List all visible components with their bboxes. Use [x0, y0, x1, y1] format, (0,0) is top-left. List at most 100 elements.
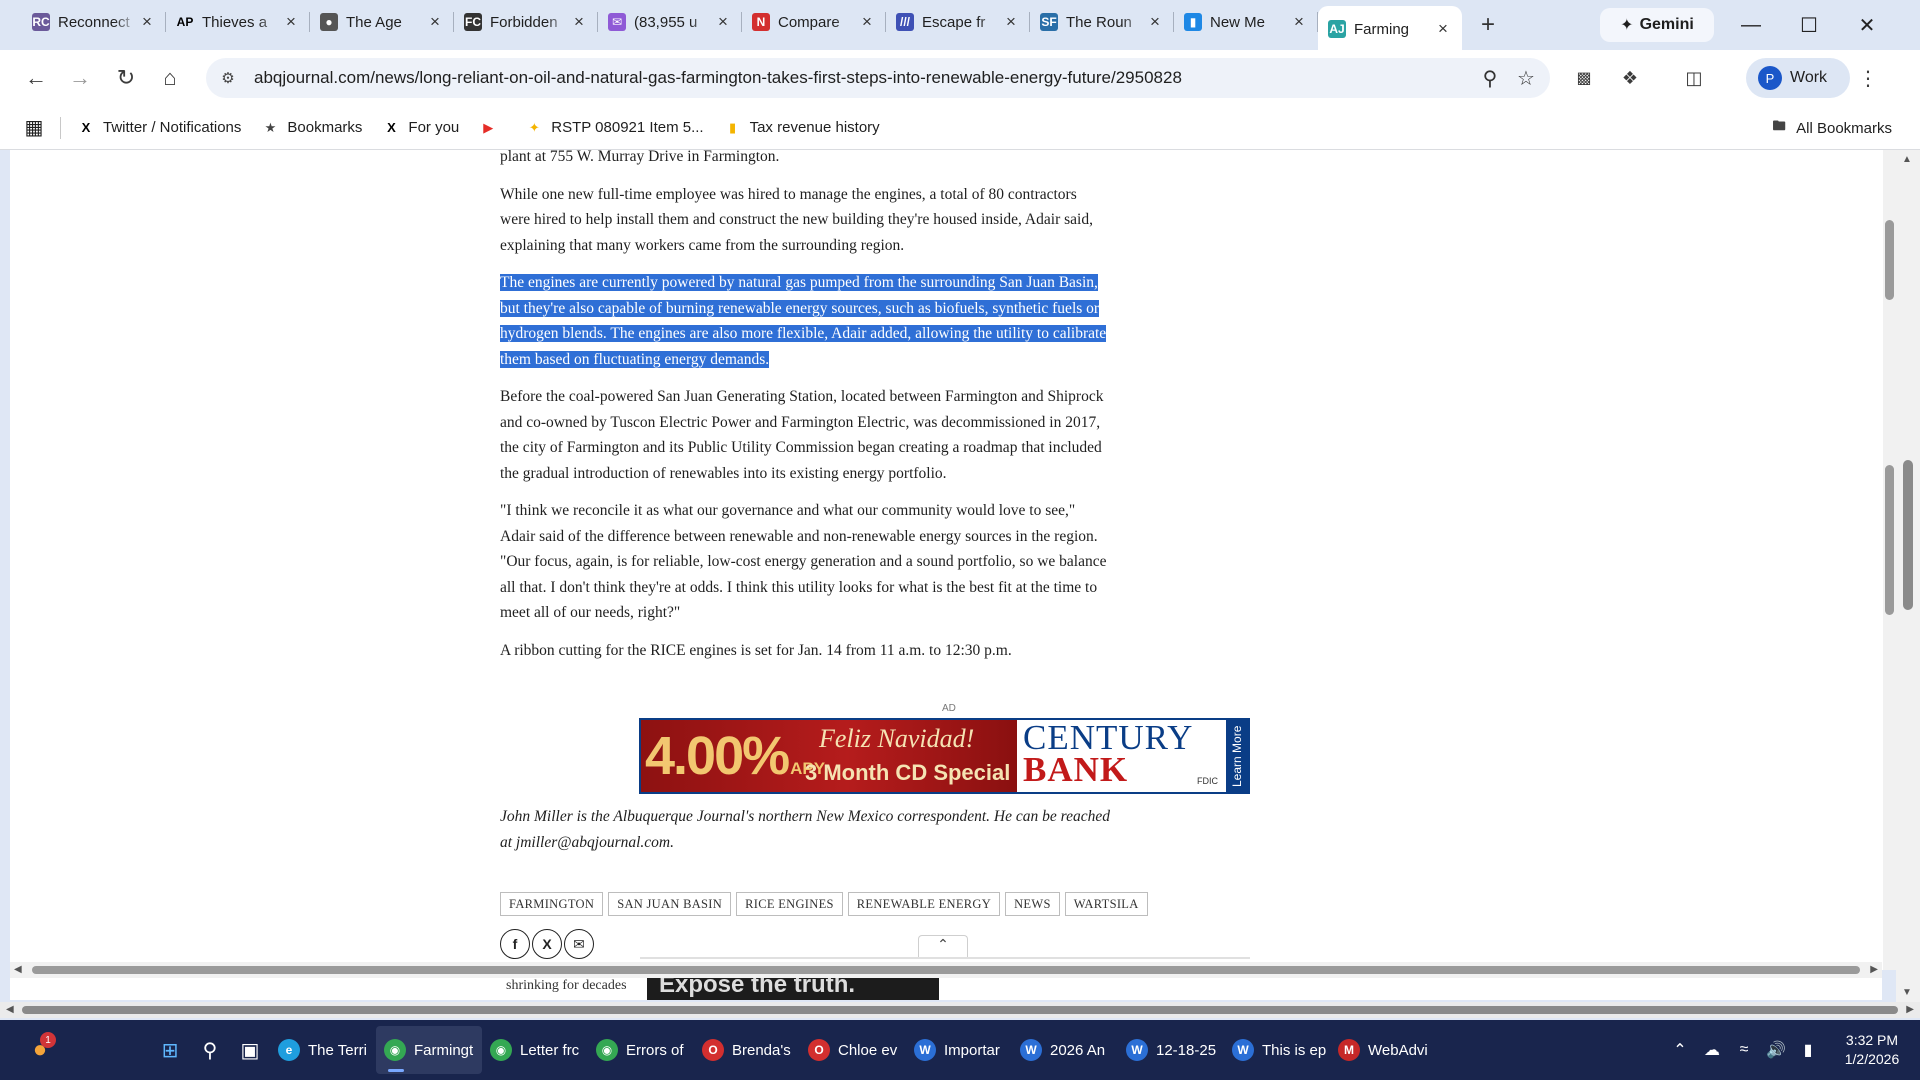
scroll-right-arrow-icon[interactable]: ▶: [1906, 1004, 1914, 1015]
close-tab-icon[interactable]: ×: [1434, 20, 1452, 38]
browser-tab[interactable]: ● The Age ×: [310, 2, 454, 42]
wifi-icon[interactable]: ≈: [1728, 1041, 1760, 1059]
tag-link[interactable]: RENEWABLE ENERGY: [847, 892, 1001, 916]
gemini-button[interactable]: ✦ Gemini: [1600, 8, 1714, 42]
browser-tab[interactable]: AP Thieves a ×: [166, 2, 310, 42]
scroll-down-arrow-icon[interactable]: ▼: [1902, 987, 1912, 998]
window-vertical-thumb[interactable]: [1903, 460, 1913, 610]
close-tab-icon[interactable]: ×: [138, 13, 156, 31]
notification-button[interactable]: ● 1: [20, 1030, 60, 1070]
taskbar-app[interactable]: W This is ep: [1224, 1026, 1330, 1074]
tab-title: Thieves a: [202, 13, 268, 31]
scroll-up-arrow-icon[interactable]: ▲: [1902, 154, 1912, 165]
profile-button[interactable]: P Work: [1746, 58, 1850, 98]
sticky-collapse-button[interactable]: ⌃: [918, 935, 968, 957]
browser-tab[interactable]: FC Forbidden ×: [454, 2, 598, 42]
page-scrollbar[interactable]: [1883, 150, 1896, 970]
chevron-up-icon[interactable]: ⌃: [1664, 1040, 1696, 1060]
taskbar-app[interactable]: e The Terri: [270, 1026, 376, 1074]
taskbar-app[interactable]: W Importar: [906, 1026, 1012, 1074]
horizontal-scrollbar-thumb[interactable]: [32, 966, 1860, 974]
facebook-share-button[interactable]: f: [500, 929, 530, 959]
extensions-puzzle-icon[interactable]: ❖: [1612, 60, 1648, 96]
page-horizontal-scrollbar[interactable]: ◀ ▶: [10, 962, 1882, 978]
email-share-button[interactable]: ✉: [564, 929, 594, 959]
taskbar-app[interactable]: W 2026 An: [1012, 1026, 1118, 1074]
close-tab-icon[interactable]: ×: [1290, 13, 1308, 31]
menu-icon[interactable]: ⋮: [1850, 60, 1886, 96]
taskbar-app[interactable]: ◉ Farmingt: [376, 1026, 482, 1074]
window-vertical-scrollbar[interactable]: ▲ ▼: [1896, 150, 1920, 1002]
forward-button[interactable]: →: [62, 60, 98, 96]
battery-icon[interactable]: ▮: [1792, 1040, 1824, 1060]
page-scrollbar-thumb[interactable]: [1885, 220, 1894, 300]
reload-button[interactable]: ↻: [108, 60, 144, 96]
home-button[interactable]: ⌂: [152, 60, 188, 96]
all-bookmarks-button[interactable]: 🖿 All Bookmarks: [1760, 113, 1902, 143]
bookmark-item[interactable]: ★ Bookmarks: [251, 113, 372, 143]
scroll-right-arrow-icon[interactable]: ▶: [1870, 964, 1878, 975]
volume-icon[interactable]: 🔊: [1760, 1040, 1792, 1060]
browser-tab[interactable]: ✉ (83,955 u ×: [598, 2, 742, 42]
bookmark-item[interactable]: X For you: [372, 113, 469, 143]
window-horizontal-thumb[interactable]: [22, 1006, 1898, 1014]
tag-link[interactable]: NEWS: [1005, 892, 1060, 916]
cloud-icon[interactable]: ☁: [1696, 1040, 1728, 1060]
taskbar-app[interactable]: O Chloe ev: [800, 1026, 906, 1074]
browser-tab[interactable]: ▮ New Me ×: [1174, 2, 1318, 42]
browser-tab[interactable]: SF The Roun ×: [1030, 2, 1174, 42]
x-share-button[interactable]: X: [532, 929, 562, 959]
close-tab-icon[interactable]: ×: [1146, 13, 1164, 31]
tag-link[interactable]: WARTSILA: [1064, 892, 1148, 916]
browser-tab[interactable]: AJ Farming ×: [1318, 6, 1462, 52]
bookmark-item[interactable]: ▶: [469, 113, 515, 143]
bookmark-item[interactable]: X Twitter / Notifications: [67, 113, 251, 143]
tab-search-icon[interactable]: ◫: [1676, 60, 1712, 96]
close-tab-icon[interactable]: ×: [570, 13, 588, 31]
zoom-icon[interactable]: ⚲: [1476, 64, 1504, 92]
close-tab-icon[interactable]: ×: [426, 13, 444, 31]
close-tab-icon[interactable]: ×: [858, 13, 876, 31]
tag-link[interactable]: FARMINGTON: [500, 892, 604, 916]
ad-banner[interactable]: 4.00% APY Feliz Navidad! 3 Month CD Spec…: [639, 718, 1250, 794]
tag-link[interactable]: SAN JUAN BASIN: [608, 892, 732, 916]
tag-link[interactable]: RICE ENGINES: [736, 892, 843, 916]
taskbar-app-label: This is ep: [1262, 1041, 1327, 1059]
apps-grid-icon[interactable]: ▦: [14, 113, 54, 143]
scroll-left-arrow-icon[interactable]: ◀: [14, 964, 22, 975]
minimize-button[interactable]: —: [1728, 8, 1774, 42]
bookmark-item[interactable]: ✦ RSTP 080921 Item 5...: [515, 113, 713, 143]
browser-tab[interactable]: N Compare ×: [742, 2, 886, 42]
bookmark-icon: ✦: [528, 119, 540, 135]
highlighted-paragraph[interactable]: The engines are currently powered by nat…: [500, 270, 1110, 372]
start-button[interactable]: ⊞: [150, 1030, 190, 1070]
clock[interactable]: 3:32 PM 1/2/2026: [1824, 1031, 1920, 1069]
favicon-icon: FC: [464, 13, 482, 31]
url-text[interactable]: abqjournal.com/news/long-reliant-on-oil-…: [254, 68, 1182, 88]
browser-tab[interactable]: /// Escape fr ×: [886, 2, 1030, 42]
scroll-left-arrow-icon[interactable]: ◀: [6, 1004, 14, 1015]
taskbar-app[interactable]: ◉ Letter frc: [482, 1026, 588, 1074]
search-button[interactable]: ⚲: [190, 1030, 230, 1070]
close-tab-icon[interactable]: ×: [1002, 13, 1020, 31]
back-button[interactable]: ←: [18, 60, 54, 96]
bookmark-star-icon[interactable]: ☆: [1512, 64, 1540, 92]
taskbar-app[interactable]: W 12-18-25: [1118, 1026, 1224, 1074]
taskbar-app[interactable]: O Brenda's: [694, 1026, 800, 1074]
ad-learn-more-button[interactable]: Learn More: [1226, 720, 1248, 792]
maximize-button[interactable]: ☐: [1786, 8, 1832, 42]
site-info-icon[interactable]: ⚙: [214, 64, 242, 92]
new-tab-button[interactable]: +: [1470, 7, 1506, 43]
close-tab-icon[interactable]: ×: [714, 13, 732, 31]
page-scrollbar-thumb-secondary[interactable]: [1885, 465, 1894, 615]
address-bar[interactable]: ⚙ abqjournal.com/news/long-reliant-on-oi…: [206, 58, 1550, 98]
extension-icon[interactable]: ▩: [1566, 60, 1602, 96]
task-view-button[interactable]: ▣: [230, 1030, 270, 1070]
bookmark-item[interactable]: ▮ Tax revenue history: [714, 113, 890, 143]
close-tab-icon[interactable]: ×: [282, 13, 300, 31]
taskbar-app[interactable]: ◉ Errors of: [588, 1026, 694, 1074]
browser-tab[interactable]: RC Reconnect ×: [22, 2, 166, 42]
taskbar-app[interactable]: M WebAdvi: [1330, 1026, 1436, 1074]
window-horizontal-scrollbar[interactable]: ◀ ▶: [0, 1002, 1920, 1018]
close-window-button[interactable]: ✕: [1844, 8, 1890, 42]
